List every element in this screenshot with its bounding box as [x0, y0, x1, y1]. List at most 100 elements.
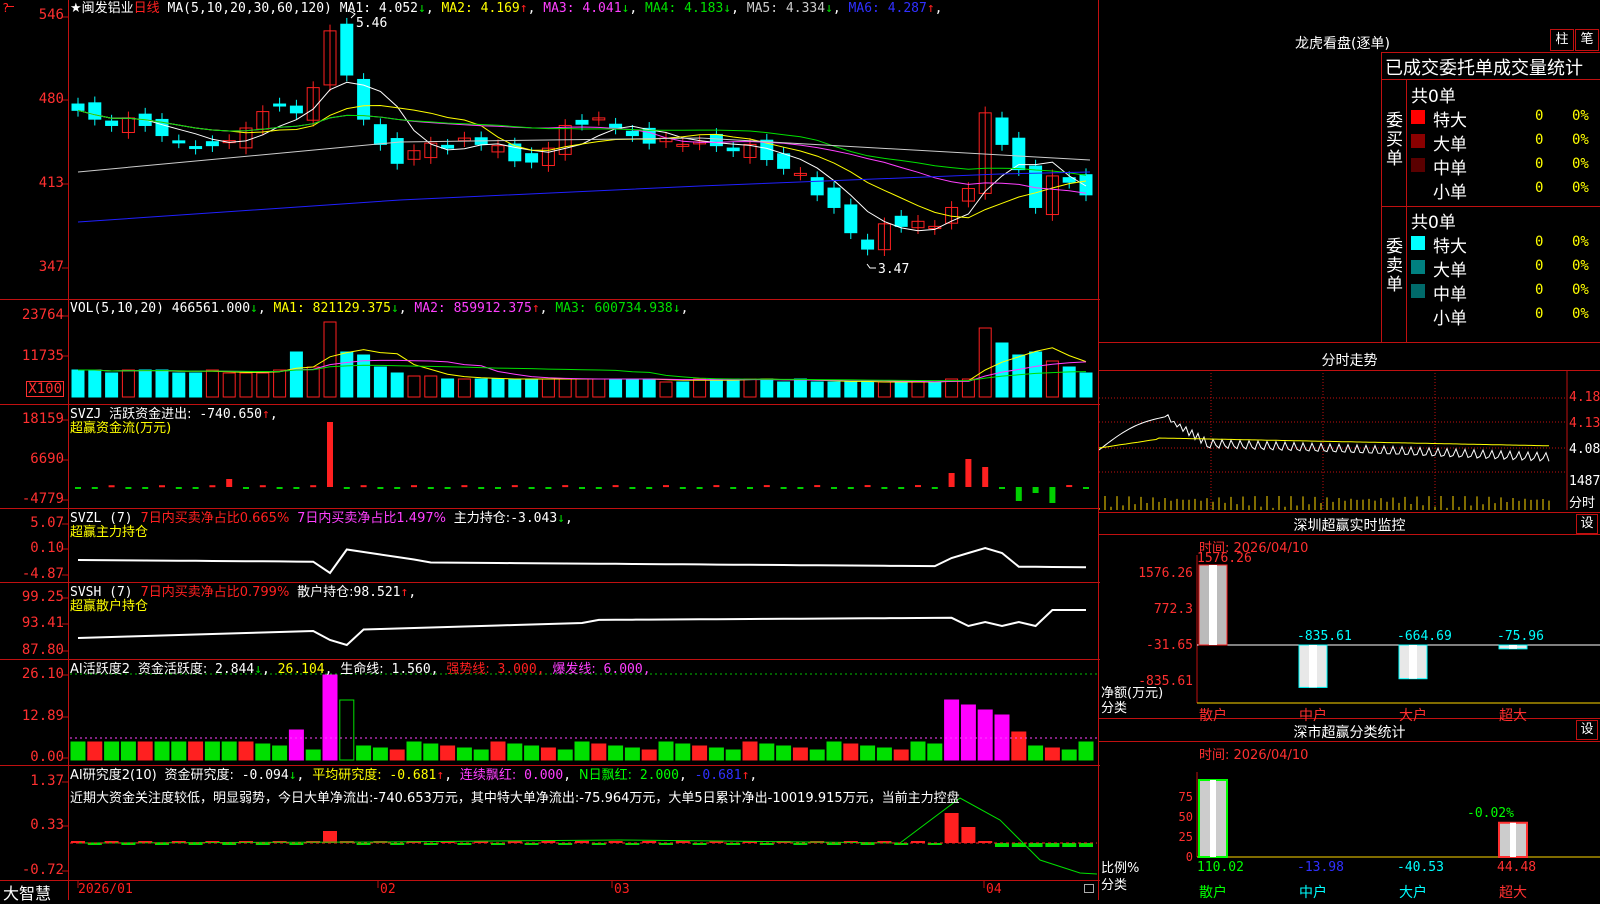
ai-active-bar [675, 743, 691, 761]
ai-research-y-label: 0.33 [30, 817, 64, 833]
order-pct: 0% [1572, 234, 1589, 250]
ma-params: MA(5,10,20,30,60,120) [167, 1, 332, 16]
buy-side-label: 委买单 [1386, 111, 1403, 169]
order-pct: 0% [1572, 306, 1589, 322]
szc-bar-highlight [1210, 780, 1216, 857]
ai-active-bar [423, 743, 439, 761]
ai-research-bar [793, 843, 808, 845]
intraday-y-label: 4.180 [1569, 390, 1600, 405]
intraday-y-label: 4.080 [1569, 442, 1600, 457]
vol-unit-label: X100 [26, 381, 64, 397]
intraday-x-label: 分时 [1569, 496, 1596, 511]
svzj-bar [108, 485, 115, 488]
volume-bar [105, 372, 119, 398]
ai-research-bars [71, 797, 1098, 875]
ai-active-bar [776, 745, 792, 761]
ai-active-bar [574, 741, 590, 761]
ai-active-bar [154, 741, 170, 761]
order-label: 特大 [1433, 237, 1467, 257]
ai-active-bar [524, 745, 540, 761]
svzj-bar [528, 487, 535, 489]
stroke-button[interactable]: 笔 [1575, 29, 1599, 51]
svzl-line [77, 546, 1087, 575]
svzj-bar [562, 485, 569, 488]
ai-active-bar [809, 749, 825, 761]
period-label[interactable]: 日线 [134, 1, 160, 16]
svsh-y-label: 99.25 [21, 589, 64, 605]
ai-active-bar [1078, 741, 1094, 761]
volume-bar [340, 351, 354, 398]
ma-value: 4.052 [378, 1, 418, 16]
vol-ma-value: 821129.375 [312, 301, 391, 316]
ma-name: MA3: [535, 1, 583, 16]
price-y-label: 480 [38, 91, 64, 107]
candle-body [625, 130, 639, 137]
svzj-info-line: SVZJ 活跃资金进出: -740.650↑, [70, 407, 278, 422]
vol-ma-arrow: ↓ [390, 301, 399, 316]
candle-body [609, 123, 623, 129]
sz-monitor-settings-button[interactable]: 设 [1576, 514, 1598, 534]
volume-bar [659, 381, 673, 398]
ai-active-y-label: 12.89 [21, 708, 64, 724]
svzj-bar [1083, 487, 1089, 489]
intraday-title: 分时走势 [1321, 353, 1378, 369]
volume-bar [457, 378, 471, 398]
sz-bar-category: 大户 [1399, 708, 1427, 724]
sz-bar-value: -835.61 [1297, 629, 1352, 644]
ai-research-bar [1028, 843, 1043, 847]
sz-bar-value: -75.96 [1497, 629, 1544, 644]
sz-y-label: 772.3 [1153, 602, 1193, 617]
candle-body [575, 119, 589, 125]
high-price-label: 5.46 [356, 16, 388, 31]
szc-bar-value: -40.53 [1397, 860, 1444, 875]
ai-active-bar [70, 741, 86, 761]
ma-value: 4.169 [480, 1, 520, 16]
volume-bar [189, 372, 203, 398]
volume-bar [88, 369, 102, 398]
svzj-bar [259, 485, 266, 488]
szc-top-label: -0.02% [1467, 806, 1514, 821]
sz-bar-category: 超大 [1499, 708, 1527, 724]
svsh-line [77, 609, 1086, 647]
volume-bar [592, 378, 606, 398]
volume-bar [995, 342, 1009, 398]
ai-active-bar [272, 745, 288, 761]
chart-area[interactable] [0, 0, 1100, 900]
candle-body [861, 239, 875, 250]
szc-bar-category: 超大 [1499, 885, 1527, 901]
order-label: 中单 [1433, 285, 1467, 305]
svzj-bar [965, 459, 972, 487]
volume-bar [273, 369, 287, 398]
column-button[interactable]: 柱 [1550, 29, 1574, 51]
brand-label: 大智慧 [3, 884, 52, 903]
vol-ma-value: 600734.938 [594, 301, 673, 316]
menu-marker-icon[interactable]: ? [2, 1, 9, 15]
order-count: 0 [1535, 282, 1544, 298]
sz-bar-value: 1576.26 [1197, 551, 1252, 566]
order-pct: 0% [1572, 282, 1589, 298]
volume-bar [575, 378, 589, 398]
ai-research-bar [541, 841, 556, 843]
vol-y-label: 23764 [21, 307, 64, 323]
volume-bar [676, 381, 690, 398]
ai-research-bar [289, 843, 304, 845]
sz-class-settings-button[interactable]: 设 [1576, 720, 1598, 740]
svzj-bar [999, 487, 1005, 489]
svzj-bar [444, 487, 451, 489]
ai-active-bar [977, 709, 993, 761]
ai-active-bar [322, 674, 338, 761]
svzj-bar [175, 487, 182, 489]
intraday-chart[interactable] [1099, 370, 1600, 512]
volume-bar [205, 369, 219, 398]
svzj-bar [679, 487, 686, 489]
svzj-bar [763, 485, 770, 488]
ma-value: 4.334 [785, 1, 826, 16]
lock-icon[interactable] [1084, 884, 1094, 893]
candle-body [525, 153, 539, 163]
svzj-bar [881, 487, 888, 489]
ai-active-bar [658, 741, 674, 761]
szc-bar-highlight [1510, 822, 1516, 857]
order-count: 0 [1535, 234, 1544, 250]
favorite-star-icon[interactable]: ★ [70, 1, 82, 16]
ai-active-bars [70, 674, 1094, 761]
